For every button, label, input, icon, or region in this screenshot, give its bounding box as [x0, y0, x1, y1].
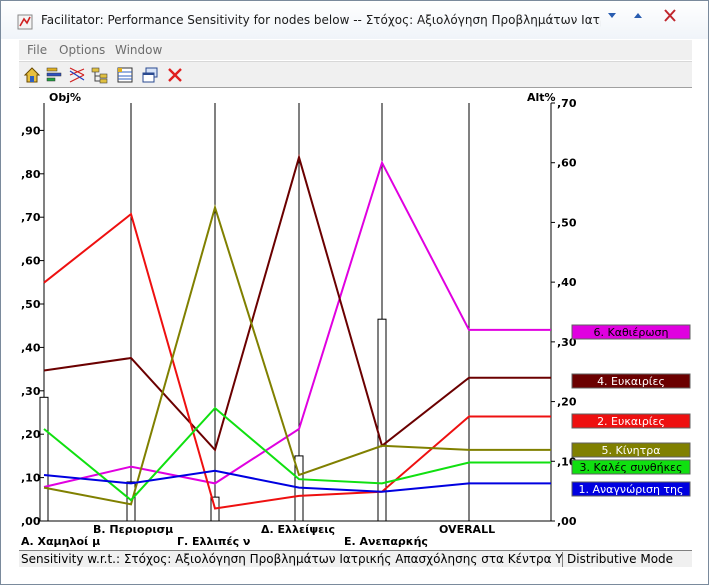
right-tick-label: ,40: [557, 276, 577, 289]
category-label: Β. Περιορισμ: [93, 523, 173, 536]
series-line: [43, 160, 551, 488]
left-tick-label: ,00: [21, 515, 41, 528]
home-icon[interactable]: [22, 65, 42, 85]
menu-file[interactable]: File: [27, 43, 47, 57]
status-mode: Distributive Mode: [567, 552, 674, 566]
app-window: Facilitator: Performance Sensitivity for…: [0, 0, 709, 585]
sensitivity-chart: ,00,10,20,30,40,50,60,70,80,90,00,10,20,…: [21, 91, 691, 548]
left-tick-label: ,60: [21, 255, 41, 268]
status-bar: Sensitivity w.r.t.: Στόχος: Αξιολόγηση Π…: [19, 550, 692, 567]
category-label: Ε. Ανεπαρκής: [344, 535, 428, 548]
bar-sort-icon[interactable]: [44, 65, 64, 85]
grid-view-icon[interactable]: [115, 65, 135, 85]
legend-label: 1. Αναγνώριση της: [579, 483, 684, 496]
legend-label: 2. Ευκαιρίες: [597, 415, 665, 428]
left-tick-label: ,10: [21, 472, 41, 485]
right-axis-title: Alt%: [527, 91, 556, 104]
left-tick-label: ,80: [21, 168, 41, 181]
left-tick-label: ,70: [21, 211, 41, 224]
left-axis-title: Obj%: [49, 91, 81, 104]
copy-window-icon[interactable]: [140, 65, 160, 85]
maximize-button[interactable]: [627, 7, 649, 25]
menu-bar: File Options Window: [19, 40, 692, 60]
right-tick-label: ,00: [557, 515, 577, 528]
right-tick-label: ,50: [557, 216, 577, 229]
window-title: Facilitator: Performance Sensitivity for…: [41, 13, 601, 27]
right-tick-label: ,20: [557, 396, 577, 409]
close-icon[interactable]: [165, 65, 185, 85]
series-line: [43, 153, 551, 452]
right-tick-label: ,70: [557, 97, 577, 110]
left-tick-label: ,90: [21, 124, 41, 137]
category-label: OVERALL: [439, 523, 495, 536]
close-window-button[interactable]: [659, 7, 681, 25]
category-label: Δ. Ελλείψεις: [261, 523, 335, 536]
right-tick-label: ,60: [557, 157, 577, 170]
status-sensitivity: Sensitivity w.r.t.: Στόχος: Αξιολόγηση Π…: [21, 552, 563, 567]
left-tick-label: ,20: [21, 428, 41, 441]
legend-label: 5. Κίνητρα: [602, 444, 661, 457]
category-label: Α. Χαμηλοί μ: [21, 535, 100, 548]
menu-window[interactable]: Window: [115, 43, 162, 57]
category-label: Γ. Ελλιπές ν: [177, 535, 250, 548]
tree-icon[interactable]: [90, 65, 110, 85]
toolbar: [19, 61, 692, 88]
app-icon: [17, 14, 33, 30]
legend-label: 4. Ευκαιρίες: [597, 375, 665, 388]
minimize-button[interactable]: [601, 7, 623, 25]
title-bar[interactable]: Facilitator: Performance Sensitivity for…: [1, 1, 708, 39]
scatter-icon[interactable]: [67, 65, 87, 85]
left-tick-label: ,40: [21, 341, 41, 354]
legend-label: 3. Καλές συνθήκες: [580, 461, 683, 474]
left-tick-label: ,30: [21, 385, 41, 398]
left-tick-label: ,50: [21, 298, 41, 311]
legend-label: 6. Καθιέρωση: [594, 326, 669, 339]
menu-options[interactable]: Options: [59, 43, 105, 57]
objective-bar: [39, 396, 49, 522]
